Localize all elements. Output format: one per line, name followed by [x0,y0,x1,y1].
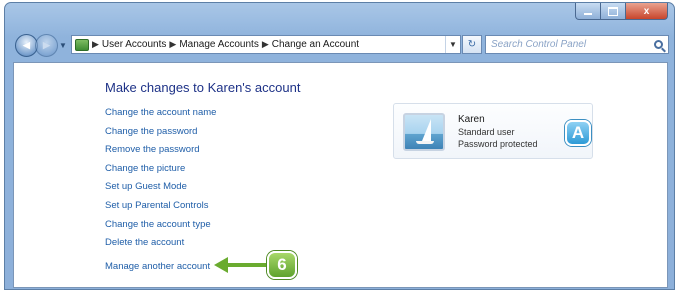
link-remove-password[interactable]: Remove the password [105,141,216,160]
search-icon[interactable] [654,40,663,49]
close-icon: x [643,5,650,17]
link-change-picture[interactable]: Change the picture [105,160,216,179]
callout-a: A [565,120,591,146]
link-change-password[interactable]: Change the password [105,123,216,142]
sailboat-sail [422,119,431,141]
search-input[interactable] [486,38,643,51]
breadcrumb-separator[interactable]: ▶ [169,39,176,50]
sailboat-hull [416,141,434,144]
maximize-button[interactable] [601,3,626,20]
address-bar[interactable]: ▶ User Accounts ▶ Manage Accounts ▶ Chan… [71,35,461,54]
step-callout: 6 [267,251,297,279]
address-dropdown-button[interactable]: ▼ [445,36,460,53]
link-parental-controls[interactable]: Set up Parental Controls [105,197,216,216]
caption-buttons: x [575,3,668,20]
task-list: Change the account name Change the passw… [105,104,216,253]
account-password-status: Password protected [458,139,538,149]
link-delete-account[interactable]: Delete the account [105,234,216,253]
refresh-button[interactable]: ↻ [462,35,482,54]
content-pane: Make changes to Karen's account Change t… [13,62,668,288]
breadcrumb-separator[interactable]: ▶ [262,39,269,50]
breadcrumb-change-an-account[interactable]: Change an Account [272,39,359,50]
close-button[interactable]: x [626,3,668,20]
control-panel-window: x ◀ ▶ ▼ ▶ User Accounts ▶ Manage Account… [4,2,675,290]
page-title: Make changes to Karen's account [105,80,301,95]
account-name: Karen [458,114,485,125]
back-icon: ◀ [23,40,30,50]
account-type: Standard user [458,127,515,137]
breadcrumb-user-accounts[interactable]: User Accounts [102,39,166,50]
forward-button[interactable]: ▶ [35,34,58,57]
control-panel-icon [75,38,89,51]
recent-pages-dropdown[interactable]: ▼ [59,41,67,50]
user-picture-icon [403,113,445,151]
navigation-bar: ◀ ▶ ▼ ▶ User Accounts ▶ Manage Accounts … [11,33,669,59]
link-change-account-name[interactable]: Change the account name [105,104,216,123]
link-change-account-type[interactable]: Change the account type [105,216,216,235]
search-box[interactable] [485,35,669,54]
account-card: Karen Standard user Password protected [393,103,593,159]
refresh-icon: ↻ [467,39,477,50]
link-manage-another-account[interactable]: Manage another account [105,261,210,272]
forward-icon: ▶ [43,40,50,50]
link-guest-mode[interactable]: Set up Guest Mode [105,178,216,197]
breadcrumb-separator: ▶ [92,39,99,49]
step-arrow [214,257,268,273]
breadcrumb-manage-accounts[interactable]: Manage Accounts [179,39,259,50]
step-arrow-line [226,263,268,267]
minimize-button[interactable] [575,3,601,20]
step-arrow-head [214,257,228,273]
